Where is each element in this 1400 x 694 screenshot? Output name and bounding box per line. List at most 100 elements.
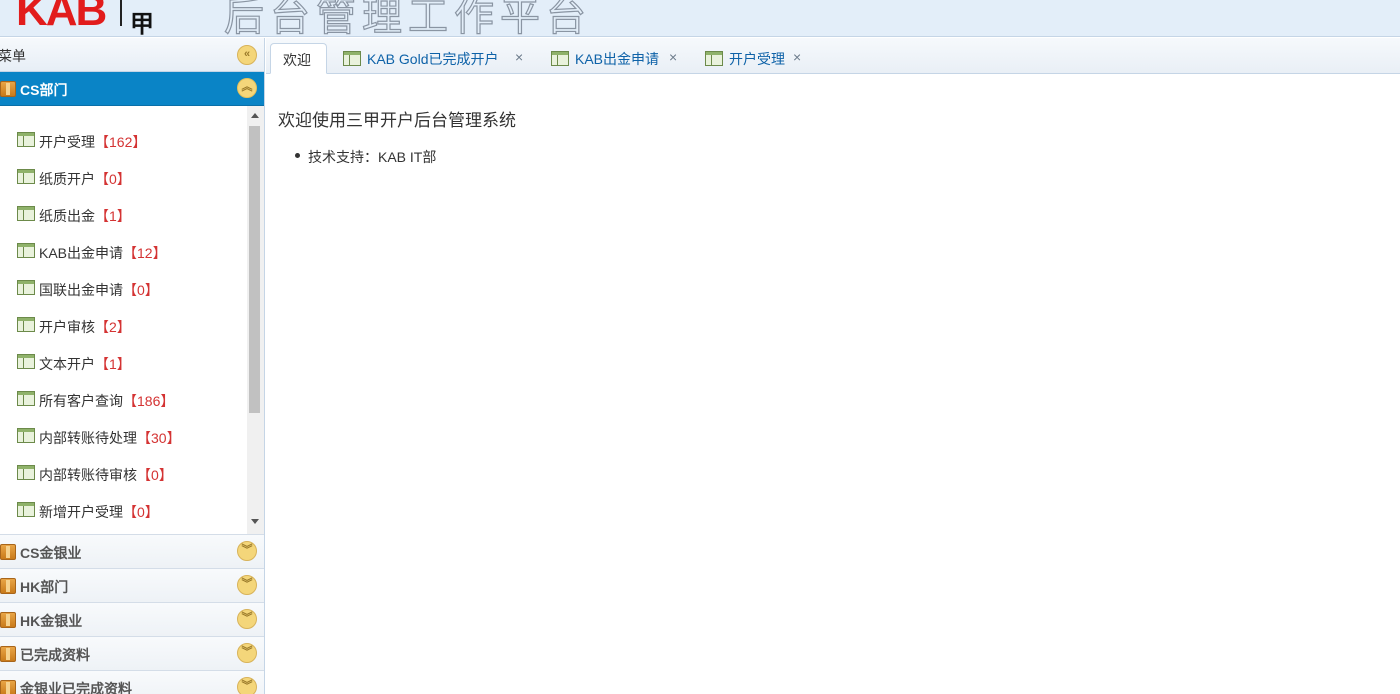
bracket-left: 【 <box>95 171 109 187</box>
menu-item-label: 开户受理【162】 <box>39 132 146 152</box>
scroll-up-arrow-icon[interactable] <box>251 113 259 118</box>
item-count: 1 <box>109 356 117 372</box>
group-header-cs-gold[interactable]: CS金银业 ︾ <box>0 535 264 569</box>
bracket-left: 【 <box>123 282 137 298</box>
bracket-left: 【 <box>95 134 109 150</box>
bracket-right: 】 <box>116 208 131 224</box>
grid-document-icon <box>17 391 35 406</box>
bracket-right: 】 <box>144 282 159 298</box>
item-count: 186 <box>137 393 161 409</box>
menu-item[interactable]: 新增开户受理【0】 <box>0 492 246 529</box>
support-list: 技术支持：KAB IT部 <box>295 147 437 167</box>
folder-icon <box>0 612 16 628</box>
menu-item[interactable]: 文本开户【1】 <box>0 344 246 381</box>
group-body-cs: 开户受理【162】 纸质开户【0】 纸质出金【1】 KAB出金申请【12】 国联… <box>0 106 264 535</box>
menu-item[interactable]: 开户审核【2】 <box>0 307 246 344</box>
double-chevron-down-icon[interactable]: ︾ <box>237 643 257 663</box>
item-text: 开户审核 <box>39 319 95 335</box>
logo-mark: 甲 <box>130 11 154 37</box>
menu-header: 菜单 « <box>0 38 264 72</box>
grid-document-icon <box>17 428 35 443</box>
folder-icon <box>0 81 16 97</box>
menu-item-label: 国联出金申请【0】 <box>39 280 159 300</box>
bracket-right: 】 <box>116 171 131 187</box>
grid-document-icon <box>17 243 35 258</box>
group-label: 已完成资料 <box>20 647 90 663</box>
group-label: HK部门 <box>20 579 69 595</box>
item-count: 1 <box>109 208 117 224</box>
menu-item-label: 所有客户查询【186】 <box>39 391 174 411</box>
menu-item-list: 开户受理【162】 纸质开户【0】 纸质出金【1】 KAB出金申请【12】 国联… <box>0 122 246 529</box>
item-text: 内部转账待处理 <box>39 430 137 446</box>
item-text: 国联出金申请 <box>39 282 123 298</box>
item-text: 纸质开户 <box>39 171 95 187</box>
bracket-left: 【 <box>123 245 138 261</box>
grid-document-icon <box>17 465 35 480</box>
grid-document-icon <box>551 51 569 66</box>
bracket-left: 【 <box>123 504 137 520</box>
menu-item-label: 开户审核【2】 <box>39 317 131 337</box>
close-icon[interactable]: × <box>669 49 677 65</box>
folder-icon <box>0 646 16 662</box>
scroll-down-arrow-icon[interactable] <box>251 519 259 524</box>
menu-item[interactable]: 纸质出金【1】 <box>0 196 246 233</box>
menu-item[interactable]: 内部转账待处理【30】 <box>0 418 246 455</box>
double-chevron-down-icon[interactable]: ︾ <box>237 541 257 561</box>
bracket-left: 【 <box>137 430 151 446</box>
item-text: 纸质出金 <box>39 208 95 224</box>
bracket-left: 【 <box>95 356 109 372</box>
group-label: CS金银业 <box>20 545 82 561</box>
menu-item[interactable]: 纸质开户【0】 <box>0 159 246 196</box>
tab-kab-withdrawal[interactable]: KAB出金申请 × <box>551 43 681 74</box>
double-chevron-up-icon[interactable]: ︽ <box>237 78 257 98</box>
close-icon[interactable]: × <box>793 49 801 65</box>
item-text: KAB出金申请 <box>39 245 124 261</box>
grid-document-icon <box>17 354 35 369</box>
menu-item[interactable]: 国联出金申请【0】 <box>0 270 246 307</box>
item-count: 12 <box>137 245 153 261</box>
tab-welcome[interactable]: 欢迎 <box>270 43 327 74</box>
grid-document-icon <box>17 169 35 184</box>
bracket-left: 【 <box>95 319 109 335</box>
double-chevron-down-icon[interactable]: ︾ <box>237 575 257 595</box>
grid-document-icon <box>705 51 723 66</box>
menu-item-label: 纸质出金【1】 <box>39 206 131 226</box>
double-chevron-down-icon[interactable]: ︾ <box>237 609 257 629</box>
scrollbar[interactable] <box>247 106 264 534</box>
item-text: 所有客户查询 <box>39 393 123 409</box>
item-text: 新增开户受理 <box>39 504 123 520</box>
group-header-gold-completed[interactable]: 金银业已完成资料 ︾ <box>0 671 264 694</box>
menu-item-label: 内部转账待审核【0】 <box>39 465 173 485</box>
menu-item-label: 文本开户【1】 <box>39 354 131 374</box>
tab-account-opening[interactable]: 开户受理 × <box>705 43 807 74</box>
group-header-completed[interactable]: 已完成资料 ︾ <box>0 637 264 671</box>
scroll-thumb[interactable] <box>249 126 260 413</box>
bracket-right: 】 <box>132 134 147 150</box>
bracket-right: 】 <box>166 430 181 446</box>
sidebar: 菜单 « CS部门 ︽ 开户受理【162】 纸质开户【0】 纸质出金【1】 KA… <box>0 38 265 694</box>
menu-item[interactable]: 开户受理【162】 <box>0 122 246 159</box>
support-text: 技术支持：KAB IT部 <box>308 149 437 165</box>
bracket-left: 【 <box>95 208 109 224</box>
item-text: 文本开户 <box>39 356 95 372</box>
folder-icon <box>0 680 16 694</box>
group-header-hk[interactable]: HK部门 ︾ <box>0 569 264 603</box>
grid-document-icon <box>17 317 35 332</box>
tab-kab-gold-completed[interactable]: KAB Gold已完成开户 × <box>343 43 528 74</box>
menu-item-label: 新增开户受理【0】 <box>39 502 159 522</box>
welcome-title: 欢迎使用三甲开户后台管理系统 <box>278 111 516 130</box>
item-count: 30 <box>151 430 167 446</box>
logo: KAB <box>16 0 107 35</box>
group-header-cs[interactable]: CS部门 ︽ <box>0 72 264 106</box>
close-icon[interactable]: × <box>515 49 523 65</box>
menu-item[interactable]: 所有客户查询【186】 <box>0 381 246 418</box>
double-chevron-left-icon[interactable]: « <box>237 45 257 65</box>
double-chevron-down-icon[interactable]: ︾ <box>237 677 257 694</box>
menu-title: 菜单 <box>0 48 26 64</box>
main-content: 欢迎使用三甲开户后台管理系统 技术支持：KAB IT部 <box>266 75 1400 694</box>
group-header-hk-gold[interactable]: HK金银业 ︾ <box>0 603 264 637</box>
menu-item[interactable]: KAB出金申请【12】 <box>0 233 246 270</box>
app-header: KAB 甲 后台管理工作平台 <box>0 0 1400 37</box>
menu-item[interactable]: 内部转账待审核【0】 <box>0 455 246 492</box>
tab-label: KAB Gold已完成开户 <box>367 51 499 67</box>
